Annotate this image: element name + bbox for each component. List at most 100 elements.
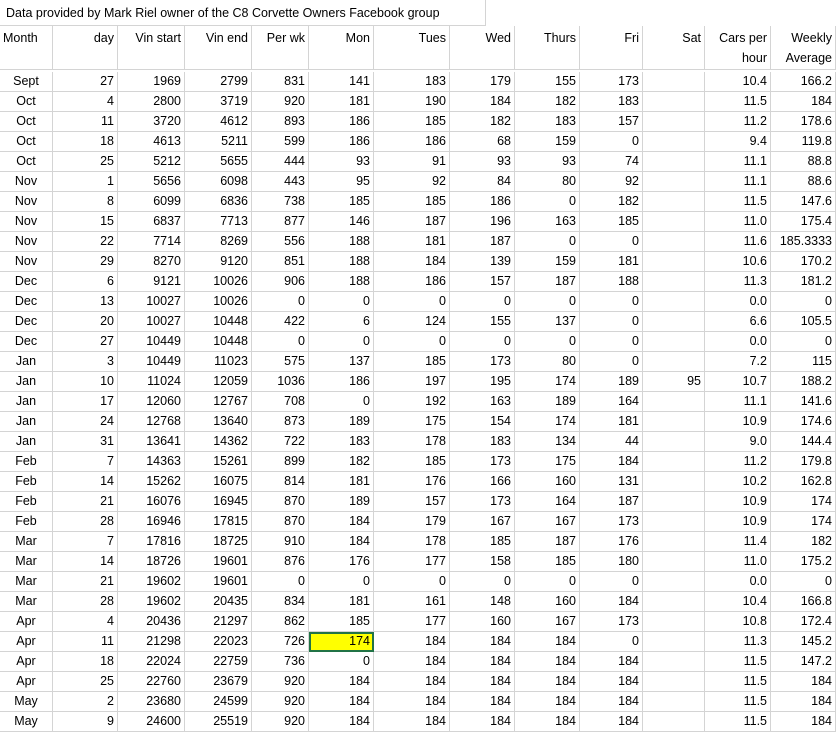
cell-month[interactable]: Nov [0,212,53,232]
cell-cars-per-hour[interactable]: 9.4 [705,132,771,152]
cell-vin-start[interactable]: 6099 [118,192,185,212]
cell-tues[interactable]: 184 [374,252,450,272]
cell-tues[interactable]: 185 [374,112,450,132]
cell-sat[interactable] [643,312,705,332]
cell-tues[interactable]: 179 [374,512,450,532]
cell-per-wk[interactable]: 0 [252,292,309,312]
cell-vin-end[interactable]: 25519 [185,712,252,732]
cell-vin-start[interactable]: 18726 [118,552,185,572]
cell-fri[interactable]: 181 [580,252,643,272]
cell-thurs[interactable]: 182 [515,92,580,112]
cell-cars-per-hour[interactable]: 11.2 [705,452,771,472]
cell-thurs[interactable]: 184 [515,672,580,692]
cell-wed[interactable]: 173 [450,452,515,472]
cell-vin-end[interactable]: 22759 [185,652,252,672]
cell-sat[interactable] [643,572,705,592]
cell-month[interactable]: Oct [0,92,53,112]
cell-vin-start[interactable]: 16946 [118,512,185,532]
cell-mon[interactable]: 186 [309,372,374,392]
cell-tues[interactable]: 190 [374,92,450,112]
cell-tues[interactable]: 186 [374,272,450,292]
cell-vin-start[interactable]: 19602 [118,592,185,612]
cell-cars-per-hour[interactable]: 9.0 [705,432,771,452]
cell-month[interactable]: Oct [0,132,53,152]
cell-wed[interactable]: 155 [450,312,515,332]
cell-fri[interactable]: 184 [580,452,643,472]
cell-thurs[interactable]: 184 [515,692,580,712]
cell-vin-start[interactable]: 24600 [118,712,185,732]
cell-vin-end[interactable]: 24599 [185,692,252,712]
header-vin-start[interactable]: Vin start [118,26,185,70]
cell-mon[interactable]: 188 [309,252,374,272]
cell-day[interactable]: 20 [53,312,118,332]
cell-sat[interactable] [643,452,705,472]
cell-month[interactable]: Feb [0,492,53,512]
cell-weekly-average[interactable]: 162.8 [771,472,836,492]
cell-wed[interactable]: 173 [450,352,515,372]
cell-day[interactable]: 21 [53,492,118,512]
cell-fri[interactable]: 131 [580,472,643,492]
cell-thurs[interactable]: 155 [515,72,580,92]
cell-vin-end[interactable]: 17815 [185,512,252,532]
cell-vin-end[interactable]: 16075 [185,472,252,492]
cell-wed[interactable]: 0 [450,292,515,312]
cell-vin-start[interactable]: 11024 [118,372,185,392]
cell-tues[interactable]: 187 [374,212,450,232]
cell-cars-per-hour[interactable]: 11.1 [705,392,771,412]
cell-wed[interactable]: 173 [450,492,515,512]
cell-mon[interactable]: 0 [309,572,374,592]
cell-wed[interactable]: 157 [450,272,515,292]
cell-fri[interactable]: 44 [580,432,643,452]
cell-vin-start[interactable]: 10027 [118,292,185,312]
cell-vin-end[interactable]: 19601 [185,552,252,572]
cell-month[interactable]: Feb [0,512,53,532]
cell-vin-end[interactable]: 16945 [185,492,252,512]
cell-cars-per-hour[interactable]: 0.0 [705,332,771,352]
cell-month[interactable]: Nov [0,252,53,272]
cell-per-wk[interactable]: 910 [252,532,309,552]
cell-thurs[interactable]: 80 [515,352,580,372]
cell-fri[interactable]: 0 [580,572,643,592]
cell-mon[interactable]: 6 [309,312,374,332]
cell-thurs[interactable]: 80 [515,172,580,192]
cell-thurs[interactable]: 184 [515,712,580,732]
cell-month[interactable]: Apr [0,632,53,652]
cell-per-wk[interactable]: 920 [252,712,309,732]
cell-wed[interactable]: 93 [450,152,515,172]
cell-weekly-average[interactable]: 88.8 [771,152,836,172]
cell-per-wk[interactable]: 736 [252,652,309,672]
cell-thurs[interactable]: 0 [515,572,580,592]
cell-tues[interactable]: 184 [374,652,450,672]
cell-sat[interactable] [643,692,705,712]
cell-day[interactable]: 31 [53,432,118,452]
cell-cars-per-hour[interactable]: 7.2 [705,352,771,372]
cell-per-wk[interactable]: 862 [252,612,309,632]
title-cell[interactable]: Data provided by Mark Riel owner of the … [0,0,486,26]
cell-sat[interactable] [643,292,705,312]
cell-day[interactable]: 21 [53,572,118,592]
cell-vin-start[interactable]: 22024 [118,652,185,672]
cell-thurs[interactable]: 163 [515,212,580,232]
cell-fri[interactable]: 0 [580,292,643,312]
cell-day[interactable]: 27 [53,332,118,352]
cell-mon[interactable]: 141 [309,72,374,92]
cell-per-wk[interactable]: 722 [252,432,309,452]
cell-mon[interactable]: 0 [309,652,374,672]
cell-cars-per-hour[interactable]: 10.4 [705,592,771,612]
cell-wed[interactable]: 179 [450,72,515,92]
cell-mon[interactable]: 184 [309,712,374,732]
cell-day[interactable]: 11 [53,632,118,652]
cell-fri[interactable]: 0 [580,352,643,372]
cell-tues[interactable]: 186 [374,132,450,152]
cell-vin-start[interactable]: 3720 [118,112,185,132]
cell-wed[interactable]: 186 [450,192,515,212]
cell-sat[interactable]: 95 [643,372,705,392]
cell-weekly-average[interactable]: 147.6 [771,192,836,212]
cell-vin-end[interactable]: 19601 [185,572,252,592]
cell-vin-end[interactable]: 12767 [185,392,252,412]
cell-per-wk[interactable]: 0 [252,332,309,352]
cell-tues[interactable]: 185 [374,192,450,212]
cell-sat[interactable] [643,492,705,512]
cell-fri[interactable]: 0 [580,332,643,352]
cell-per-wk[interactable]: 873 [252,412,309,432]
